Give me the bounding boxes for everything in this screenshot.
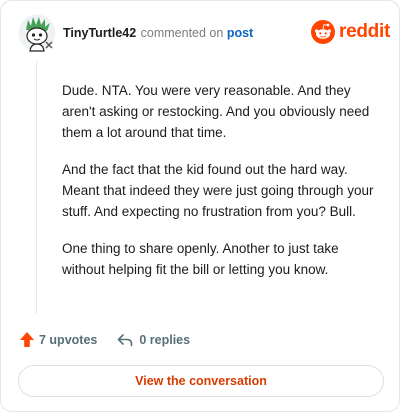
reply-count: 0 replies bbox=[139, 332, 191, 347]
comment-paragraph: Dude. NTA. You were very reasonable. And… bbox=[62, 83, 370, 140]
reply-arrow-icon bbox=[118, 333, 133, 346]
comment-body: Dude. NTA. You were very reasonable. And… bbox=[62, 80, 382, 296]
comment-paragraph: And the fact that the kid found out the … bbox=[62, 162, 374, 219]
post-link[interactable]: post bbox=[227, 26, 253, 40]
embedded-comment-card: TinyTurtle42 commented on post reddit Du… bbox=[0, 0, 400, 412]
reddit-brand[interactable]: reddit bbox=[311, 20, 390, 44]
comment-paragraph: One thing to share openly. Another to ju… bbox=[62, 241, 339, 277]
comment-header: TinyTurtle42 commented on post bbox=[63, 26, 253, 40]
upvote-count: 7 upvotes bbox=[39, 332, 98, 347]
thread-line bbox=[36, 61, 37, 314]
upvote-button[interactable]: 7 upvotes bbox=[19, 331, 97, 348]
username-link[interactable]: TinyTurtle42 bbox=[63, 26, 136, 40]
view-conversation-button[interactable]: View the conversation bbox=[18, 365, 384, 397]
upvote-arrow-icon bbox=[20, 332, 34, 347]
header-action-text: commented on bbox=[140, 26, 224, 40]
comment-actions: 7 upvotes 0 replies bbox=[19, 331, 190, 348]
reddit-logo-icon bbox=[311, 20, 335, 44]
reddit-wordmark: reddit bbox=[339, 21, 390, 42]
replies-button[interactable]: 0 replies bbox=[117, 333, 190, 347]
user-avatar-icon[interactable] bbox=[18, 14, 56, 52]
